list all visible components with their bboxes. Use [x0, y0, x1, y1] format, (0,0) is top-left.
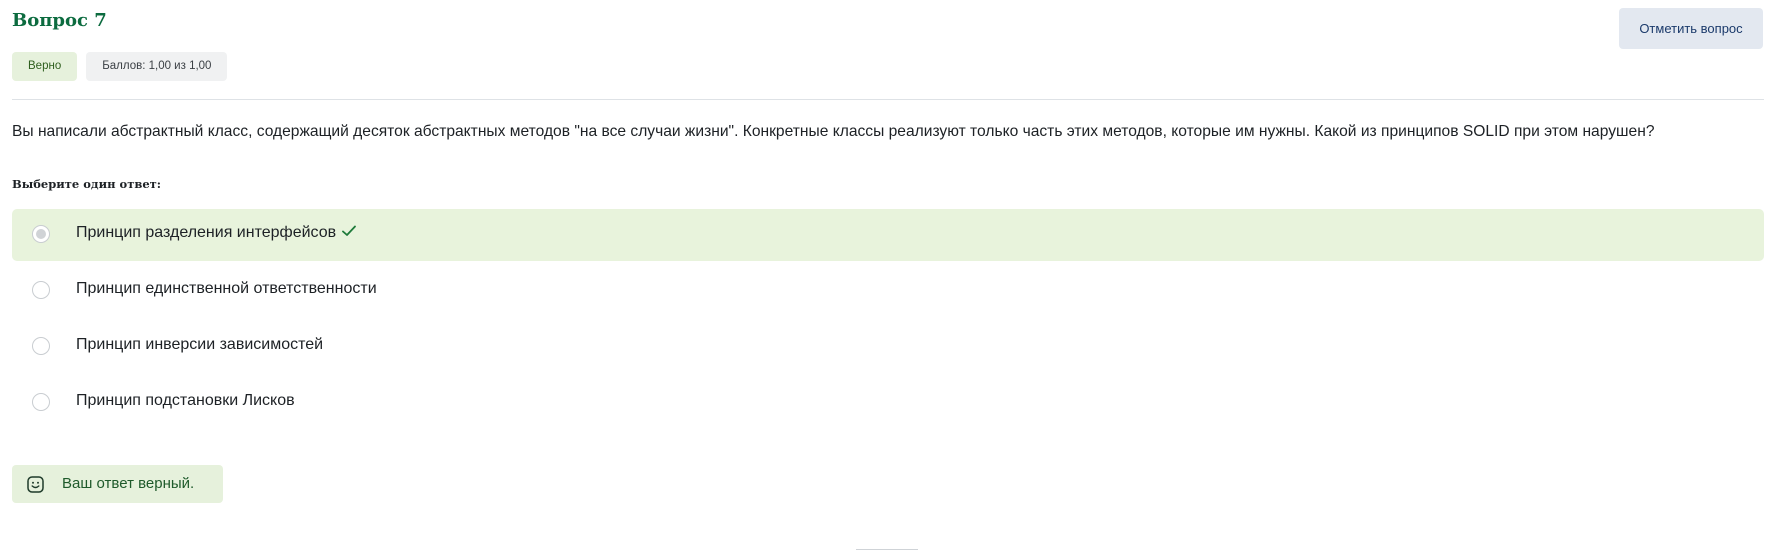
radio-button-selected[interactable]: [32, 225, 50, 243]
answer-label: Принцип единственной ответственности: [76, 280, 377, 297]
answer-label: Принцип подстановки Лисков: [76, 392, 295, 409]
answer-option-1[interactable]: Принцип разделения интерфейсов: [12, 209, 1764, 261]
divider: [12, 99, 1764, 100]
question-title: Вопрос 7: [12, 10, 107, 31]
question-text: Вы написали абстрактный класс, содержащи…: [12, 123, 1655, 140]
feedback-box: Ваш ответ верный.: [12, 465, 223, 503]
check-icon: [342, 225, 357, 237]
answer-label-wrapper: Принцип разделения интерфейсов: [76, 224, 357, 242]
flag-question-button[interactable]: Отметить вопрос: [1619, 8, 1763, 49]
answer-list: Принцип разделения интерфейсов Принцип е…: [12, 209, 1764, 433]
quiz-question-page: Вопрос 7 Отметить вопрос Верно Баллов: 1…: [0, 0, 1776, 550]
answer-label: Принцип разделения интерфейсов: [76, 224, 337, 241]
feedback-text: Ваш ответ верный.: [62, 475, 195, 492]
smile-icon: [27, 476, 44, 493]
answer-option-4[interactable]: Принцип подстановки Лисков: [12, 377, 1764, 429]
radio-button[interactable]: [32, 393, 50, 411]
radio-button[interactable]: [32, 337, 50, 355]
answer-option-2[interactable]: Принцип единственной ответственности: [12, 265, 1764, 317]
answer-prompt: Выберите один ответ:: [12, 177, 162, 191]
answer-label: Принцип инверсии зависимостей: [76, 336, 324, 353]
radio-button[interactable]: [32, 281, 50, 299]
score-badge: Баллов: 1,00 из 1,00: [86, 52, 228, 81]
status-badge: Верно: [12, 52, 78, 81]
question-badges: Верно Баллов: 1,00 из 1,00: [12, 52, 228, 81]
answer-option-3[interactable]: Принцип инверсии зависимостей: [12, 321, 1764, 373]
